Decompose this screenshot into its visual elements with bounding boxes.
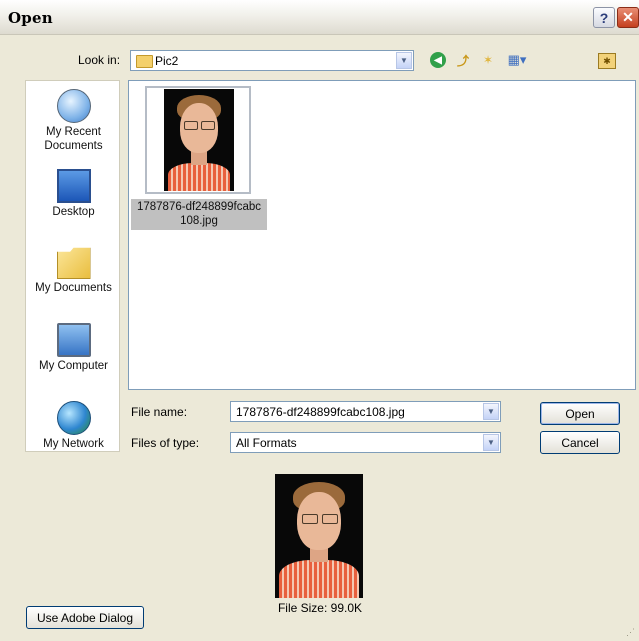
look-in-label: Look in:	[78, 53, 121, 67]
place-my-network[interactable]: My Network	[26, 401, 121, 451]
views-menu-icon[interactable]: ▦▾	[506, 52, 528, 68]
files-of-type-dropdown[interactable]: All Formats ▼	[230, 432, 501, 453]
file-thumbnail[interactable]	[145, 86, 251, 194]
my-documents-icon	[56, 247, 91, 279]
files-of-type-value: All Formats	[236, 436, 297, 450]
dialog-title: Open	[8, 9, 53, 27]
chevron-down-icon[interactable]: ▼	[483, 434, 499, 451]
open-button[interactable]: Open	[540, 402, 620, 425]
place-desktop[interactable]: Desktop	[26, 169, 121, 219]
my-network-icon	[56, 401, 91, 435]
back-icon[interactable]: ◀	[430, 52, 446, 68]
close-button[interactable]: ✕	[617, 7, 639, 28]
place-recent-documents[interactable]: My Recent Documents	[26, 89, 121, 153]
place-label: Desktop	[52, 206, 95, 218]
place-my-computer[interactable]: My Computer	[26, 323, 121, 373]
chevron-down-icon[interactable]: ▼	[396, 52, 412, 69]
file-name-input[interactable]: 1787876-df248899fcabc108.jpg ▼	[230, 401, 501, 422]
preview-image	[275, 474, 363, 598]
thumbnail-image	[164, 89, 234, 191]
folder-icon	[136, 55, 153, 68]
files-of-type-label: Files of type:	[131, 436, 200, 450]
file-name-value: 1787876-df248899fcabc108.jpg	[236, 405, 405, 419]
use-adobe-dialog-button[interactable]: Use Adobe Dialog	[26, 606, 144, 629]
place-label: My Network	[43, 438, 104, 450]
place-label: My Recent Documents	[44, 126, 103, 152]
place-label: My Computer	[38, 360, 109, 372]
places-bar: My Recent Documents Desktop My Documents…	[25, 80, 120, 452]
resize-grip-icon[interactable]: ⋰	[626, 628, 636, 638]
cancel-button[interactable]: Cancel	[540, 431, 620, 454]
file-name-line: 108.jpg	[180, 215, 218, 227]
file-name-label: File name:	[131, 405, 188, 419]
file-name-line: 1787876-df248899fcabc	[136, 201, 262, 213]
new-folder-icon[interactable]: ✶	[480, 52, 496, 68]
title-bar: Open ? ✕	[0, 0, 639, 35]
recent-documents-icon	[56, 89, 91, 123]
desktop-folder-icon[interactable]: ✱	[598, 53, 616, 69]
file-name-caption[interactable]: 1787876-df248899fcabc 108.jpg	[131, 199, 267, 230]
place-label: My Documents	[35, 282, 112, 294]
file-size-label: File Size: 99.0K	[277, 601, 363, 615]
chevron-down-icon[interactable]: ▼	[483, 403, 499, 420]
look-in-value: Pic2	[155, 54, 179, 68]
desktop-icon	[56, 169, 91, 203]
my-computer-icon	[56, 323, 91, 357]
look-in-dropdown[interactable]: Pic2 ▼	[130, 50, 414, 71]
file-list[interactable]: 1787876-df248899fcabc 108.jpg	[128, 80, 636, 390]
place-my-documents[interactable]: My Documents	[26, 245, 121, 295]
help-button[interactable]: ?	[593, 7, 615, 28]
up-folder-icon[interactable]: ⤴	[455, 52, 471, 68]
